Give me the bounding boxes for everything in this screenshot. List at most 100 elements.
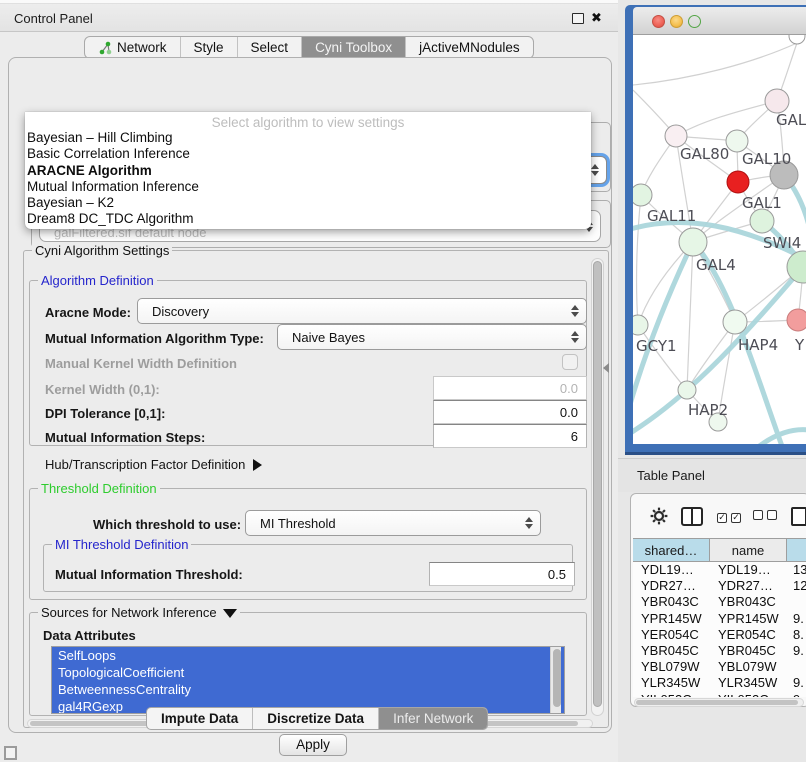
scrollbar-thumb[interactable] — [553, 649, 561, 707]
deselect-all-checks-icon[interactable] — [753, 507, 777, 525]
partial-top-node[interactable] — [789, 35, 805, 44]
table-row[interactable]: YDL19…YDL19…13 — [633, 562, 806, 578]
gal11-node[interactable] — [633, 184, 652, 206]
hap4-node[interactable] — [723, 310, 747, 334]
gcy1-node[interactable] — [633, 315, 648, 335]
table-row[interactable]: YPR145WYPR145W9. — [633, 611, 806, 627]
close-icon[interactable]: ✖ — [591, 10, 602, 26]
mi-steps-field[interactable]: 6 — [433, 424, 587, 448]
mi-threshold-field[interactable]: 0.5 — [429, 562, 575, 586]
tab-jactivemnodules[interactable]: jActiveMNodules — [406, 37, 533, 58]
group-title: Algorithm Definition — [38, 273, 157, 288]
data-attributes-list[interactable]: SelfLoops TopologicalCoefficient Between… — [51, 646, 565, 714]
gear-icon[interactable] — [649, 506, 669, 526]
table-rows[interactable]: YDL19…YDL19…13 YDR27…YDR27…12 YBR043CYBR… — [633, 562, 806, 697]
cell: YLR345W — [633, 675, 710, 691]
popup-item[interactable]: Basic Correlation Inference — [25, 146, 591, 162]
bottom-tab-bar: Impute Data Discretize Data Infer Networ… — [146, 707, 488, 730]
popup-item[interactable]: Bayesian – K2 — [25, 195, 591, 211]
hub-definition-toggle[interactable]: Hub/Transcription Factor Definition — [45, 457, 262, 472]
combo-arrows-icon — [571, 331, 579, 343]
attribute-table: shared… name — [633, 538, 806, 562]
minimize-traffic-light-icon[interactable] — [670, 15, 683, 28]
sources-title: Sources for Network Inference — [41, 605, 217, 620]
aracne-mode-combobox[interactable]: Discovery — [137, 298, 587, 324]
split-columns-icon[interactable] — [681, 507, 703, 526]
new-table-icon[interactable] — [791, 507, 806, 526]
dpi-tolerance-field[interactable]: 0.0 — [433, 400, 587, 424]
popup-item[interactable]: Mutual Information Inference — [25, 179, 591, 195]
table-row[interactable]: YBR045CYBR045C9. — [633, 643, 806, 659]
list-item[interactable]: TopologicalCoefficient — [52, 664, 564, 681]
algorithm-dropdown-popup: Select algorithm to view settings Bayesi… — [25, 112, 591, 229]
tab-discretize-data[interactable]: Discretize Data — [253, 708, 379, 729]
table-row[interactable]: YBR043CYBR043C — [633, 594, 806, 610]
hap2-node[interactable] — [678, 381, 696, 399]
table-row[interactable]: YLR345WYLR345W9. — [633, 675, 806, 691]
popup-item[interactable]: Dream8 DC_TDC Algorithm — [25, 211, 591, 227]
popup-item-selected[interactable]: ARACNE Algorithm — [25, 163, 591, 179]
cell: YBR045C — [710, 643, 787, 659]
tab-label: Impute Data — [161, 711, 238, 726]
salmon-node[interactable] — [787, 309, 806, 331]
cell: 9. — [787, 611, 806, 627]
network-view-window: GAL GAL80 GAL10 GAL1 GAL11 SWI4 GAL4 GCY… — [625, 5, 806, 455]
sources-toggle[interactable]: Sources for Network Inference — [38, 605, 240, 620]
node-label: GAL10 — [742, 150, 791, 168]
manual-kernel-checkbox[interactable] — [562, 354, 578, 370]
combo-arrows-icon — [571, 305, 579, 317]
cell — [787, 594, 806, 610]
tab-cyni-toolbox[interactable]: Cyni Toolbox — [302, 37, 406, 58]
column-header-shared-name[interactable]: shared… — [633, 539, 710, 561]
float-window-icon[interactable] — [572, 13, 584, 24]
zoom-traffic-light-icon[interactable] — [688, 15, 701, 28]
column-header-name[interactable]: name — [710, 539, 787, 561]
tab-style[interactable]: Style — [181, 37, 238, 58]
red-node[interactable] — [727, 171, 749, 193]
settings-vertical-scrollbar[interactable] — [591, 258, 604, 716]
tab-infer-network[interactable]: Infer Network — [379, 708, 487, 729]
scrollbar-thumb[interactable] — [636, 700, 798, 705]
apply-button[interactable]: Apply — [279, 734, 347, 756]
which-threshold-combobox[interactable]: MI Threshold — [245, 510, 541, 536]
combo-arrows-icon — [591, 164, 599, 176]
tab-impute-data[interactable]: Impute Data — [147, 708, 253, 729]
tab-label: Cyni Toolbox — [315, 40, 392, 55]
gal4-node[interactable] — [679, 228, 707, 256]
node-label: GCY1 — [636, 337, 677, 355]
kernel-width-field[interactable]: 0.0 — [433, 376, 587, 400]
node-label: GAL1 — [742, 194, 782, 212]
gal-pink-node[interactable] — [765, 89, 789, 113]
cell: 9. — [787, 675, 806, 691]
list-item[interactable]: BetweennessCentrality — [52, 681, 564, 698]
panel-grip-icon[interactable] — [4, 746, 17, 760]
network-window-titlebar[interactable] — [633, 7, 806, 35]
select-all-checks-icon[interactable]: ✓✓ — [717, 507, 741, 525]
cell: YBL079W — [633, 659, 710, 675]
gal80-node[interactable] — [665, 125, 687, 147]
column-header-partial[interactable] — [787, 539, 806, 561]
control-panel-titlebar: Control Panel ✖ — [0, 4, 618, 32]
which-threshold-value: MI Threshold — [260, 516, 336, 531]
scrollbar-thumb[interactable] — [593, 261, 602, 707]
node-label: GAL11 — [647, 207, 696, 225]
table-horizontal-scrollbar[interactable] — [634, 698, 804, 707]
mi-type-combobox[interactable]: Naive Bayes — [277, 324, 587, 350]
table-row[interactable]: YBL079WYBL079W — [633, 659, 806, 675]
network-canvas[interactable]: GAL GAL80 GAL10 GAL1 GAL11 SWI4 GAL4 GCY… — [633, 35, 806, 444]
group-title: Cyni Algorithm Settings — [32, 243, 172, 258]
table-row[interactable]: YER054CYER054C8. — [633, 627, 806, 643]
list-vertical-scrollbar[interactable] — [550, 647, 561, 713]
tab-select[interactable]: Select — [238, 37, 303, 58]
table-row[interactable]: YIL052CYIL052C9. — [633, 692, 806, 698]
tab-network[interactable]: Network — [85, 37, 181, 58]
close-traffic-light-icon[interactable] — [652, 15, 665, 28]
cell: YBL079W — [710, 659, 787, 675]
cell: YPR145W — [710, 611, 787, 627]
gal1-node[interactable] — [750, 209, 774, 233]
list-item[interactable]: SelfLoops — [52, 647, 564, 664]
popup-item[interactable]: Bayesian – Hill Climbing — [25, 130, 591, 146]
splitter-collapse-icon[interactable] — [603, 363, 609, 373]
table-panel-card: ✓✓ shared… name YDL19…YDL19…13 YDR27…YDR… — [630, 493, 806, 707]
table-row[interactable]: YDR27…YDR27…12 — [633, 578, 806, 594]
